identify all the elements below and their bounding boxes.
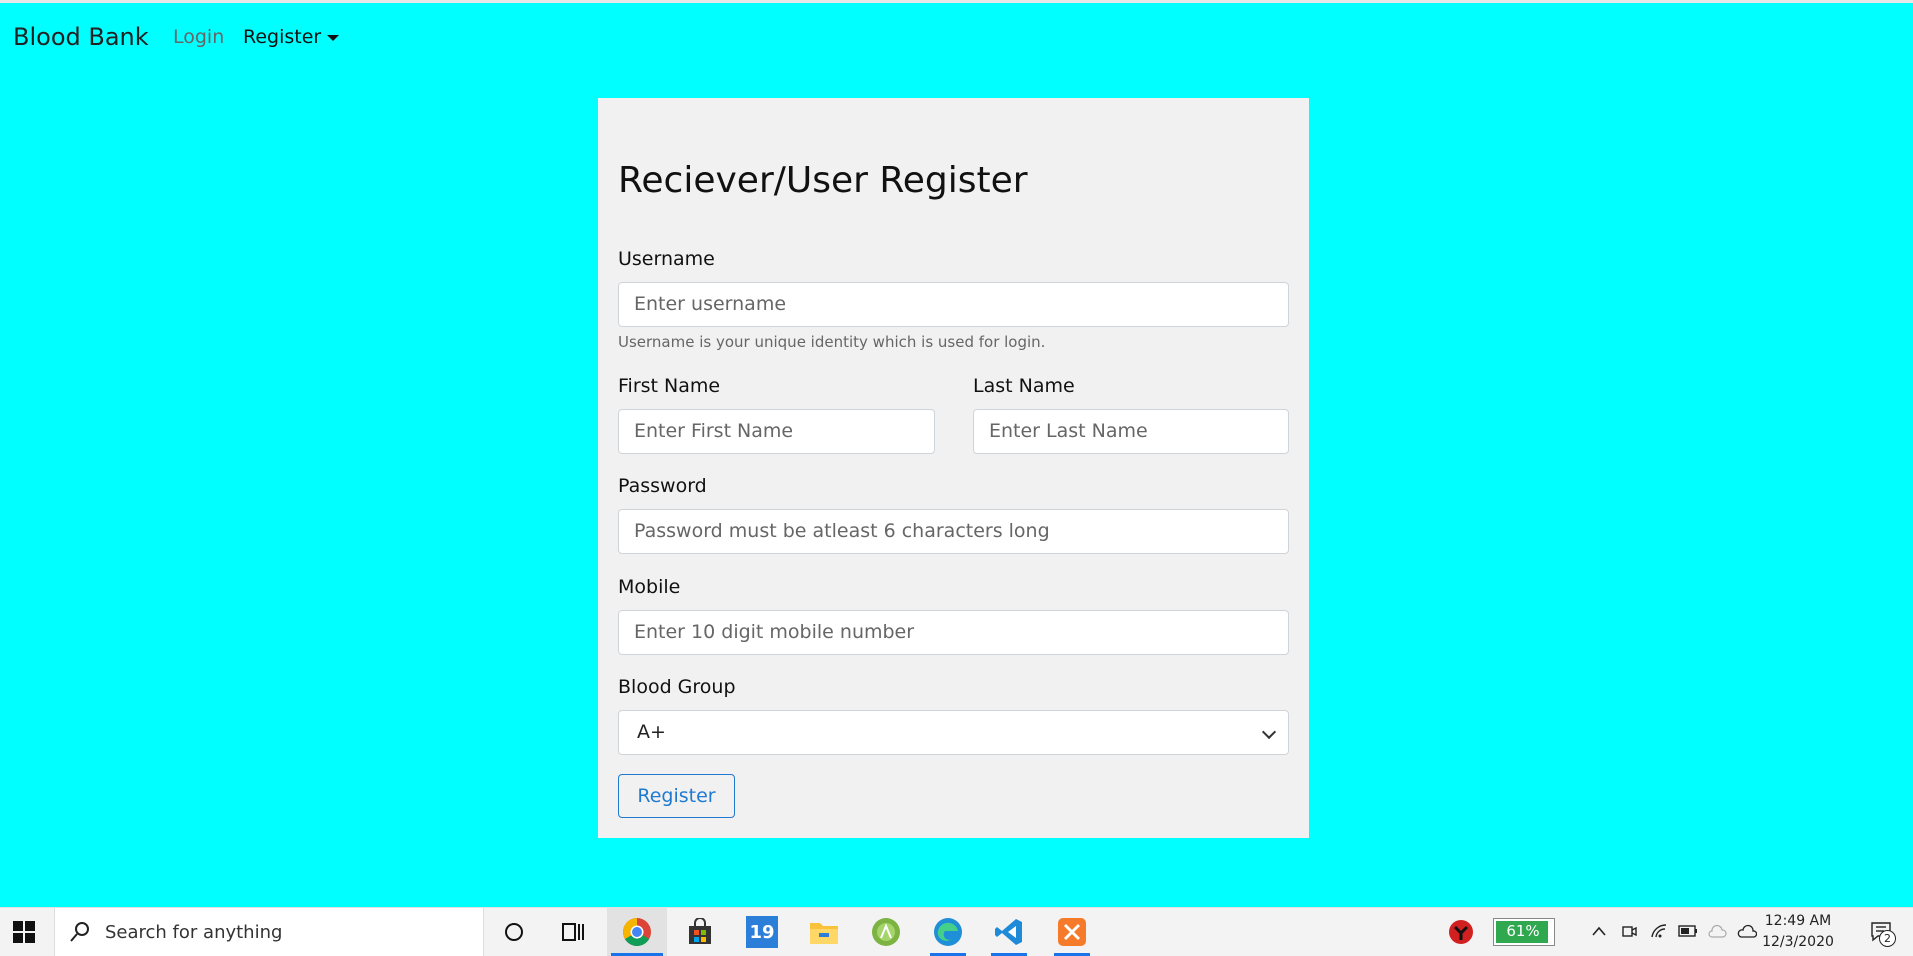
password-input[interactable]: Password must be atleast 6 characters lo…	[618, 509, 1289, 554]
taskbar-edge[interactable]	[926, 908, 970, 956]
brand-link[interactable]: Blood Bank	[13, 23, 149, 51]
blood-group-value: A+	[637, 721, 666, 743]
file-explorer-icon[interactable]	[803, 908, 845, 956]
username-help-text: Username is your unique identity which i…	[618, 333, 1046, 351]
username-label: Username	[618, 248, 715, 270]
first-name-label: First Name	[618, 375, 721, 397]
battery-meter[interactable]: 61%	[1493, 918, 1555, 946]
password-label: Password	[618, 475, 707, 497]
navbar: Blood Bank Login Register	[0, 3, 1913, 71]
nav-register-dropdown[interactable]: Register	[243, 26, 340, 48]
battery-icon[interactable]	[1677, 920, 1699, 942]
first-name-input[interactable]: Enter First Name	[618, 409, 935, 454]
username-input[interactable]: Enter username	[618, 282, 1289, 327]
last-name-label: Last Name	[973, 375, 1075, 397]
meet-now-icon[interactable]	[1618, 920, 1640, 942]
blood-group-label: Blood Group	[618, 676, 736, 698]
store-icon[interactable]	[679, 908, 721, 956]
nav-register-label: Register	[243, 26, 322, 48]
mobile-label: Mobile	[618, 576, 681, 598]
clock-date: 12/3/2020	[1762, 934, 1834, 950]
taskbar-vscode[interactable]	[987, 908, 1031, 956]
nav-login-link[interactable]: Login	[173, 26, 224, 48]
windows-start-icon[interactable]	[12, 908, 36, 956]
system-clock[interactable]: 12:49 AM 12/3/2020	[1752, 911, 1844, 953]
notification-count: 2	[1879, 930, 1896, 947]
mobile-input[interactable]: Enter 10 digit mobile number	[618, 610, 1289, 655]
taskbar-xampp[interactable]	[1050, 908, 1094, 956]
clock-time: 12:49 AM	[1764, 913, 1832, 929]
xampp-icon	[1058, 918, 1086, 946]
calendar-app-badge: 19	[746, 916, 778, 948]
chrome-icon	[623, 918, 651, 946]
cortana-icon[interactable]	[496, 908, 532, 956]
taskbar-search[interactable]: Search for anything	[54, 908, 484, 956]
action-center-icon[interactable]: 2	[1862, 908, 1902, 956]
search-placeholder: Search for anything	[105, 922, 283, 943]
blood-group-select[interactable]: A+	[618, 710, 1289, 755]
taskbar: Search for anything 19 61% 12:49 AM 12/3…	[0, 907, 1913, 956]
edge-icon	[934, 918, 962, 946]
calendar-app-icon[interactable]: 19	[741, 908, 783, 956]
battery-percent: 61%	[1506, 922, 1540, 940]
android-studio-icon[interactable]	[865, 908, 907, 956]
taskbar-chrome[interactable]	[607, 908, 667, 956]
page-title: Reciever/User Register	[618, 160, 1028, 201]
vscode-icon	[995, 919, 1022, 945]
chevron-up-icon[interactable]	[1588, 920, 1610, 942]
cloud-sync-icon[interactable]	[1706, 920, 1728, 942]
wifi-icon[interactable]	[1648, 920, 1670, 942]
register-button[interactable]: Register	[618, 774, 735, 818]
search-icon	[70, 922, 89, 942]
task-view-icon[interactable]	[555, 908, 591, 956]
antivirus-tray-icon[interactable]	[1444, 908, 1478, 956]
register-card: Reciever/User Register Username Enter us…	[598, 98, 1309, 838]
last-name-input[interactable]: Enter Last Name	[973, 409, 1289, 454]
caret-down-icon	[327, 34, 340, 41]
chevron-down-icon	[1261, 724, 1277, 740]
